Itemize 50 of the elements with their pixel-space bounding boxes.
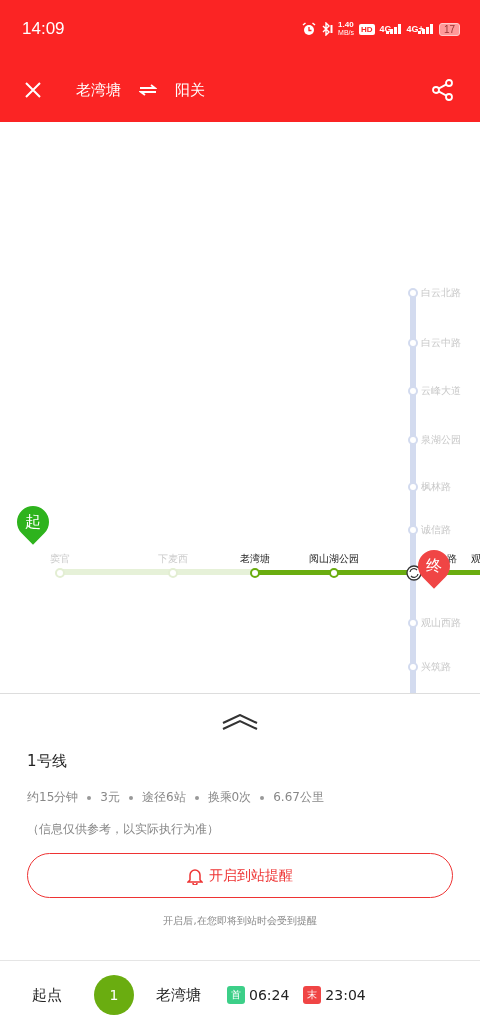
route-stat: 换乘0次 — [207, 789, 252, 806]
station-dot — [408, 618, 418, 628]
origin-station[interactable]: 老湾塘 — [76, 80, 121, 100]
first-train-time: 06:24 — [249, 987, 290, 1003]
clock-time: 14:09 — [22, 19, 65, 39]
separator-dot — [87, 795, 92, 800]
separator-dot — [128, 795, 133, 800]
station-name: 老湾塘 — [156, 985, 201, 1005]
route-stat: 6.67公里 — [273, 789, 324, 806]
first-train-tag: 首 — [227, 986, 245, 1004]
network-label: 4G+ — [406, 24, 424, 34]
share-icon — [432, 79, 454, 101]
station-dot — [55, 568, 65, 578]
destination-station[interactable]: 阳关 — [175, 80, 205, 100]
line-number-badge: 1 — [94, 975, 134, 1015]
station-label: 路 — [447, 552, 457, 565]
last-train-tag: 末 — [303, 986, 322, 1004]
battery-level: 17 — [438, 22, 460, 36]
station-dot — [408, 662, 418, 672]
route-stat: 3元 — [100, 789, 120, 806]
station-dot — [408, 435, 418, 445]
row-label: 起点 — [32, 985, 62, 1005]
bluetooth-icon — [321, 22, 334, 36]
alarm-icon — [302, 22, 317, 36]
station-dot — [408, 525, 418, 535]
station-dot — [329, 568, 339, 578]
route-stat: 途径6站 — [141, 789, 186, 806]
swap-icon[interactable] — [139, 84, 157, 96]
reminder-hint: 开启后,在您即将到站时会受到提醒 — [162, 914, 318, 928]
line-name: 1号线 — [27, 752, 68, 771]
expand-icon[interactable] — [222, 714, 258, 730]
station-dot — [408, 386, 418, 396]
last-train-time: 23:04 — [325, 987, 366, 1003]
speed-value: 1.40 — [338, 21, 355, 29]
route-stat: 约15分钟 — [27, 789, 79, 806]
station-label: 阅山湖公园 — [309, 552, 359, 565]
station-dot — [408, 338, 418, 348]
station-dot — [408, 482, 418, 492]
hd-badge: HD — [359, 23, 375, 35]
station-label: 老湾塘 — [240, 552, 270, 565]
station-dot — [250, 568, 260, 578]
arrival-reminder-button[interactable]: 开启到站提醒 — [27, 853, 453, 898]
station-label: 观 — [471, 552, 480, 565]
station-dot — [408, 288, 418, 298]
station-dot — [168, 568, 178, 578]
separator-dot — [260, 795, 265, 800]
separator-dot — [194, 795, 199, 800]
close-icon — [24, 81, 42, 99]
disclaimer-note: （信息仅供参考，以实际执行为准） — [27, 821, 220, 838]
bell-icon — [187, 866, 203, 885]
